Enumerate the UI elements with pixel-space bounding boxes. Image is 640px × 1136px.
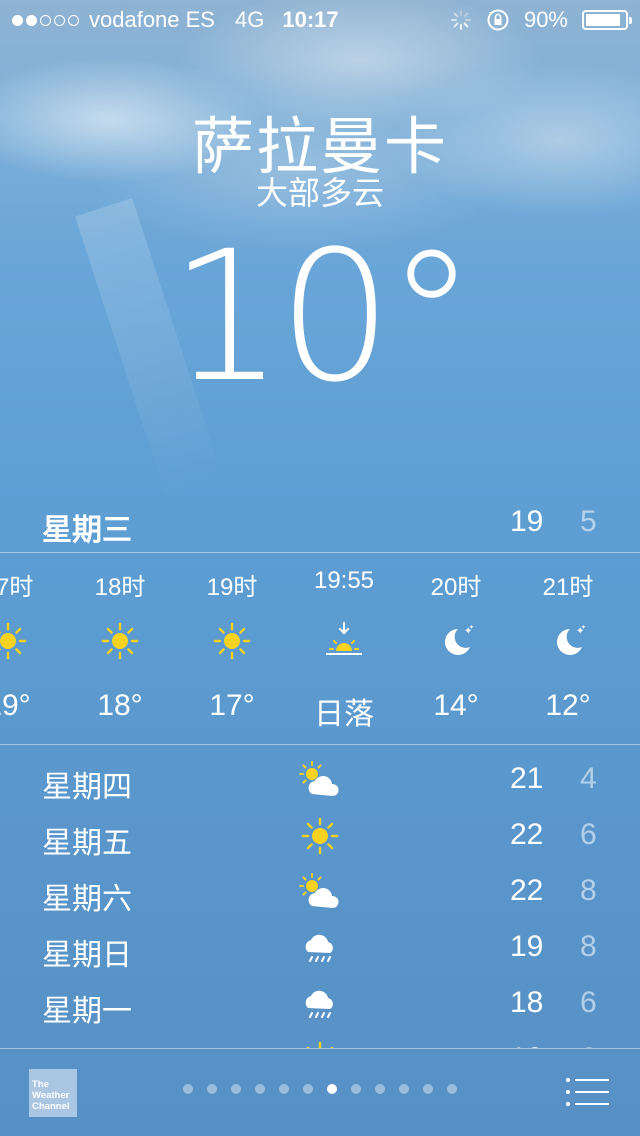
weather-channel-logo[interactable]: The Weather Channel (29, 1069, 77, 1117)
page-dot[interactable] (255, 1084, 265, 1094)
daily-high: 19 (510, 930, 544, 963)
daily-day: 星期六 (42, 883, 132, 916)
signal-dot (12, 14, 23, 26)
activity-spinner-icon (450, 10, 471, 30)
today-low: 5 (580, 505, 597, 538)
hourly-temp: 18° (97, 689, 143, 722)
rain-icon (298, 928, 342, 968)
daily-day: 星期四 (42, 771, 132, 804)
daily-row: 星期六 22 8 (0, 864, 640, 920)
daily-day: 星期日 (42, 939, 132, 972)
daily-high: 22 (510, 874, 544, 907)
battery-percent: 90% (523, 7, 568, 32)
svg-text:✦: ✦ (469, 624, 474, 631)
hourly-time: 17时 (0, 574, 34, 601)
network-type: 4G (234, 7, 265, 32)
page-dot[interactable] (375, 1084, 385, 1094)
signal-dot (26, 14, 37, 26)
daily-row: 星期五 22 6 (0, 808, 640, 864)
sun-icon (0, 621, 28, 661)
sun-icon (298, 1040, 342, 1048)
daily-day: 星期五 (42, 827, 132, 860)
daily-row: 星期一 18 6 (0, 976, 640, 1032)
sun-icon (212, 621, 252, 661)
daily-row: 星期四 21 4 (0, 752, 640, 808)
svg-text:✦: ✦ (581, 624, 586, 631)
signal-strength-icon (12, 14, 79, 26)
hourly-time: 18时 (94, 574, 146, 601)
moon-icon: ✦ ✦ (436, 621, 476, 661)
daily-high: 18 (510, 986, 544, 1019)
hourly-temp: 19° (0, 689, 31, 722)
page-dot[interactable] (351, 1084, 361, 1094)
daily-low: 6 (580, 818, 597, 851)
page-dot[interactable] (231, 1084, 241, 1094)
page-dot[interactable] (303, 1084, 313, 1094)
hourly-temp: 17° (209, 689, 255, 722)
today-summary: 星期三 19 5 (0, 505, 640, 549)
page-indicator[interactable] (183, 1084, 457, 1094)
today-day: 星期三 (42, 514, 132, 547)
page-dot[interactable] (327, 1084, 337, 1094)
carrier-name: vodafone ES (89, 7, 215, 32)
page-dot[interactable] (423, 1084, 433, 1094)
hourly-forecast[interactable]: 17时19°18时18°19时17°19:55日落20时✦✦14°21时✦✦12… (0, 553, 640, 743)
daily-row: 星期二196 (0, 1032, 640, 1048)
signal-dot (54, 14, 65, 26)
city-list-icon[interactable] (565, 1077, 609, 1107)
daily-low: 8 (580, 930, 597, 963)
sun-icon (100, 621, 140, 661)
battery-icon (582, 10, 632, 30)
partly-cloudy-icon (298, 760, 342, 800)
hourly-temp: 11° (624, 689, 640, 723)
hourly-time: 19:55 (313, 567, 375, 594)
daily-day: 星期一 (42, 995, 132, 1028)
divider (0, 744, 640, 745)
daily-low: 8 (580, 874, 597, 907)
hourly-time: 22时 (624, 567, 640, 602)
daily-low: 4 (580, 762, 597, 795)
partly-cloudy-icon (298, 872, 342, 912)
signal-dot (40, 14, 51, 26)
sunset-icon (324, 621, 364, 661)
hourly-temp: 14° (433, 689, 479, 722)
weather-condition: 大部多云 (255, 175, 384, 211)
today-high: 19 (510, 505, 544, 538)
rain-icon (298, 984, 342, 1024)
page-dot[interactable] (207, 1084, 217, 1094)
daily-row: 星期日 19 8 (0, 920, 640, 976)
page-dot[interactable] (279, 1084, 289, 1094)
hourly-time: 19时 (206, 574, 258, 601)
daily-high: 21 (510, 762, 544, 795)
page-dot[interactable] (447, 1084, 457, 1094)
daily-high: 22 (510, 818, 544, 851)
clock: 10:17 (282, 7, 339, 32)
daily-forecast[interactable]: 星期四 21 4 星期五 22 6 星期六 22 8 星期日 19 8 星期一 18 6 星期二196 (0, 752, 640, 1048)
current-temperature: 10° (169, 213, 476, 422)
hourly-time: 21时 (542, 574, 594, 601)
sun-icon (298, 816, 342, 856)
page-dot[interactable] (183, 1084, 193, 1094)
footer-toolbar: The Weather Channel (0, 1049, 640, 1136)
moon-icon: ✦ ✦ (548, 621, 588, 661)
daily-low: 6 (580, 986, 597, 1019)
hourly-temp: 12° (545, 689, 591, 722)
signal-dot (68, 14, 79, 26)
hourly-temp: 日落 (314, 698, 374, 731)
rotation-lock-icon (487, 9, 509, 31)
hourly-time: 20时 (430, 574, 482, 601)
status-bar: vodafone ES 4G 10:17 90% (0, 0, 640, 40)
page-dot[interactable] (399, 1084, 409, 1094)
